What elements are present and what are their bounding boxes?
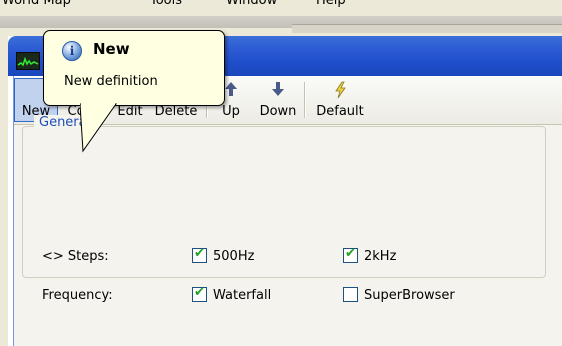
steps-label: <> Steps: xyxy=(42,249,109,264)
up-button-label: Up xyxy=(222,104,240,119)
default-button-label: Default xyxy=(316,104,364,119)
checkbox-waterfall[interactable]: ✔ xyxy=(192,285,207,302)
tooltip-title: New xyxy=(93,40,130,58)
background-window-edge xyxy=(292,24,562,33)
tooltip-balloon: i New New definition xyxy=(43,30,225,106)
down-button-label: Down xyxy=(259,104,297,119)
info-icon: i xyxy=(62,41,82,61)
checkbox-2khz[interactable]: ✔ xyxy=(343,246,358,263)
checkbox-2khz-label[interactable]: 2kHz xyxy=(364,249,396,264)
tooltip-pointer xyxy=(80,103,117,153)
menu-window[interactable]: Window xyxy=(226,0,277,8)
down-button[interactable]: Down xyxy=(254,78,302,122)
menu-world-map[interactable]: World Map xyxy=(2,0,71,8)
default-button[interactable]: Default xyxy=(310,78,370,122)
frequency-label: Frequency: xyxy=(42,288,113,303)
arrow-up-icon xyxy=(224,81,238,102)
checkbox-superbrowser-label[interactable]: SuperBrowser xyxy=(364,288,455,303)
delete-button-label: Delete xyxy=(154,104,198,119)
lightning-icon xyxy=(333,81,347,104)
menu-tools[interactable]: Tools xyxy=(150,0,182,8)
checkbox-superbrowser[interactable] xyxy=(343,287,358,302)
menu-help[interactable]: Help xyxy=(316,0,346,8)
spectrum-app-icon xyxy=(16,52,40,70)
arrow-down-icon xyxy=(271,81,285,102)
checkbox-500hz-label[interactable]: 500Hz xyxy=(213,249,254,264)
checkbox-waterfall-label[interactable]: Waterfall xyxy=(213,288,271,303)
tooltip-text: New definition xyxy=(64,74,158,89)
toolbar-separator xyxy=(304,82,306,118)
check-icon: ✔ xyxy=(194,246,205,261)
check-icon: ✔ xyxy=(345,246,356,261)
check-icon: ✔ xyxy=(194,285,205,300)
checkbox-500hz[interactable]: ✔ xyxy=(192,246,207,263)
